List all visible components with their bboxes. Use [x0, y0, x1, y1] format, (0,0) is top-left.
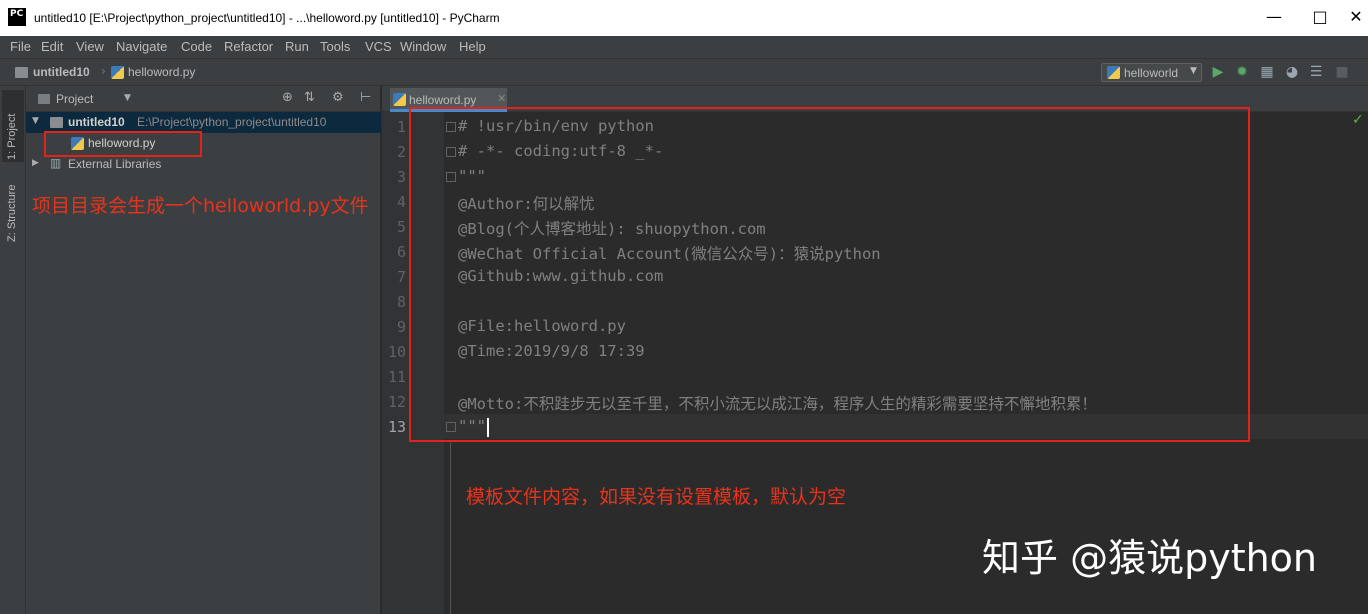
line-number: 4 [396, 193, 406, 211]
collapse-all-icon[interactable]: ⇅ [304, 90, 315, 105]
hide-pane-icon[interactable]: ⊢ [360, 90, 371, 105]
inspection-ok-icon[interactable]: ✓ [1352, 112, 1364, 128]
line-number: 2 [396, 143, 406, 161]
debug-icon[interactable]: ✹ [1234, 64, 1250, 80]
python-config-icon [1107, 66, 1120, 79]
window-title-bar: PC untitled10 [E:\Project\python_project… [0, 0, 1368, 36]
menu-help[interactable]: Help [459, 39, 486, 54]
expanded-arrow-icon[interactable]: ▼ [32, 116, 39, 126]
chevron-down-icon[interactable]: ▼ [124, 93, 131, 103]
line-number: 7 [396, 268, 406, 286]
menu-navigate[interactable]: Navigate [116, 39, 167, 54]
tree-root-name: untitled10 [68, 115, 125, 129]
annotation-project-note: 项目目录会生成一个helloworld.py文件 [32, 195, 369, 217]
tree-row-external[interactable]: ▶ ▥ External Libraries [26, 154, 381, 175]
menu-vcs[interactable]: VCS [365, 39, 392, 54]
breadcrumb-separator-icon: › [101, 64, 106, 78]
close-window-button[interactable]: ✕ [1344, 4, 1368, 30]
menu-bar: File Edit View Navigate Code Refactor Ru… [0, 36, 1368, 58]
line-number: 3 [396, 168, 406, 186]
line-number: 9 [396, 318, 406, 336]
project-view-icon [38, 94, 50, 104]
tree-row-root[interactable]: ▼ untitled10 E:\Project\python_project\u… [26, 112, 381, 133]
library-icon: ▥ [50, 156, 62, 170]
menu-run[interactable]: Run [285, 39, 309, 54]
close-tab-icon[interactable]: ✕ [497, 92, 506, 105]
build-icon[interactable]: ☰ [1308, 64, 1324, 80]
line-number: 5 [396, 218, 406, 236]
breadcrumb-project[interactable]: untitled10 [33, 65, 90, 79]
annotation-box-editor [409, 107, 1250, 442]
menu-code[interactable]: Code [181, 39, 212, 54]
python-file-icon [111, 66, 124, 79]
tool-tab-project[interactable]: 1: Project [6, 114, 18, 160]
annotation-editor-note: 模板文件内容，如果没有设置模板，默认为空 [466, 486, 847, 508]
collapsed-arrow-icon[interactable]: ▶ [32, 158, 39, 168]
line-number: 11 [387, 368, 406, 386]
folder-icon [50, 117, 63, 128]
menu-edit[interactable]: Edit [41, 39, 63, 54]
menu-tools[interactable]: Tools [320, 39, 350, 54]
folder-icon [15, 67, 28, 78]
line-number: 12 [387, 393, 406, 411]
annotation-box-file [44, 131, 202, 157]
tree-root-path: E:\Project\python_project\untitled10 [137, 115, 327, 129]
run-icon[interactable]: ▶ [1210, 64, 1226, 80]
pycharm-logo: PC [8, 8, 26, 26]
gear-icon[interactable]: ⚙ [332, 90, 344, 105]
project-pane-title[interactable]: Project [56, 92, 93, 106]
profile-icon[interactable]: ◕ [1284, 64, 1300, 80]
window-title: untitled10 [E:\Project\python_project\un… [34, 11, 500, 25]
tool-window-stripe: 1: Project Z: Structure [0, 86, 26, 614]
line-number: 8 [396, 293, 406, 311]
chevron-down-icon: ▼ [1190, 66, 1197, 76]
navigation-bar: untitled10 › helloword.py helloworld ▼ ▶… [0, 58, 1368, 86]
line-number: 10 [387, 343, 406, 361]
tree-external-libraries: External Libraries [68, 157, 162, 171]
locate-file-icon[interactable]: ⊕ [282, 90, 293, 105]
run-configuration-select[interactable]: helloworld ▼ [1101, 63, 1202, 82]
watermark: 知乎 @猿说python [982, 536, 1318, 580]
stop-icon[interactable]: ■ [1334, 64, 1350, 80]
line-number: 1 [396, 118, 406, 136]
gutter-separator [450, 440, 451, 614]
project-pane: Project ▼ ⊕ ⇅ ⚙ ⊢ ▼ untitled10 E:\Projec… [26, 86, 381, 614]
breadcrumb-file[interactable]: helloword.py [128, 65, 195, 79]
tool-tab-structure[interactable]: Z: Structure [6, 185, 18, 242]
line-number-current: 13 [387, 418, 406, 436]
editor-tab-label: helloword.py [409, 93, 477, 107]
maximize-button[interactable]: □ [1300, 4, 1340, 30]
project-pane-header: Project ▼ ⊕ ⇅ ⚙ ⊢ [26, 86, 381, 112]
menu-window[interactable]: Window [400, 39, 446, 54]
menu-view[interactable]: View [76, 39, 104, 54]
python-file-icon [393, 93, 406, 106]
run-configuration-label: helloworld [1124, 66, 1179, 80]
menu-refactor[interactable]: Refactor [224, 39, 273, 54]
coverage-icon[interactable]: ▦ [1259, 64, 1275, 80]
minimize-button[interactable]: — [1254, 4, 1294, 30]
line-number: 6 [396, 243, 406, 261]
menu-file[interactable]: File [10, 39, 31, 54]
